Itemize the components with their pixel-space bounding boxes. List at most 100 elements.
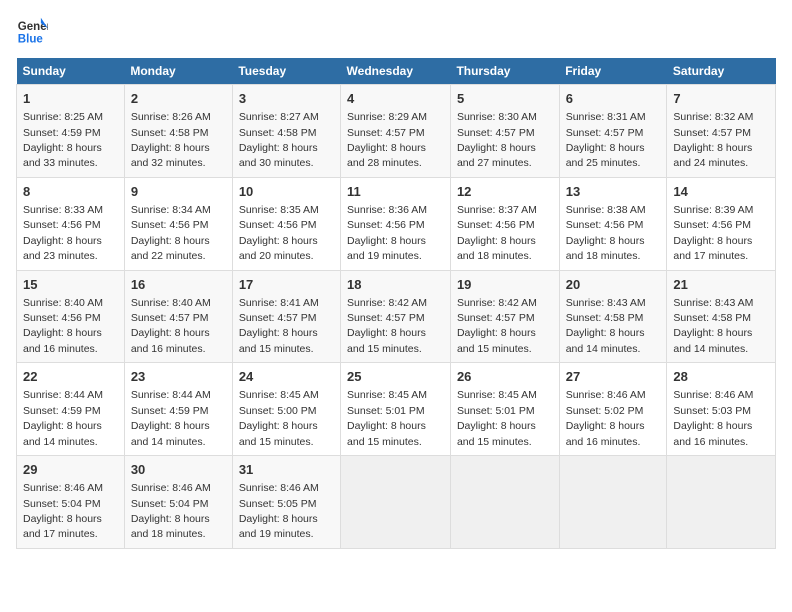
day-info: Sunrise: 8:44 AMSunset: 4:59 PMDaylight:… — [23, 389, 103, 447]
day-number: 26 — [457, 368, 553, 386]
weekday-header: Sunday — [17, 58, 125, 85]
calendar-table: SundayMondayTuesdayWednesdayThursdayFrid… — [16, 58, 776, 549]
day-number: 1 — [23, 90, 118, 108]
day-info: Sunrise: 8:41 AMSunset: 4:57 PMDaylight:… — [239, 297, 319, 355]
day-info: Sunrise: 8:33 AMSunset: 4:56 PMDaylight:… — [23, 204, 103, 262]
svg-text:Blue: Blue — [18, 34, 44, 46]
day-number: 5 — [457, 90, 553, 108]
day-number: 25 — [347, 368, 444, 386]
day-info: Sunrise: 8:35 AMSunset: 4:56 PMDaylight:… — [239, 204, 319, 262]
calendar-cell: 15 Sunrise: 8:40 AMSunset: 4:56 PMDaylig… — [17, 270, 125, 363]
day-info: Sunrise: 8:43 AMSunset: 4:58 PMDaylight:… — [673, 297, 753, 355]
calendar-cell: 30 Sunrise: 8:46 AMSunset: 5:04 PMDaylig… — [124, 456, 232, 549]
day-info: Sunrise: 8:40 AMSunset: 4:57 PMDaylight:… — [131, 297, 211, 355]
day-info: Sunrise: 8:38 AMSunset: 4:56 PMDaylight:… — [566, 204, 646, 262]
day-info: Sunrise: 8:45 AMSunset: 5:01 PMDaylight:… — [347, 389, 427, 447]
calendar-cell: 13 Sunrise: 8:38 AMSunset: 4:56 PMDaylig… — [559, 177, 667, 270]
weekday-header: Thursday — [450, 58, 559, 85]
day-info: Sunrise: 8:26 AMSunset: 4:58 PMDaylight:… — [131, 111, 211, 169]
calendar-cell: 8 Sunrise: 8:33 AMSunset: 4:56 PMDayligh… — [17, 177, 125, 270]
calendar-cell: 29 Sunrise: 8:46 AMSunset: 5:04 PMDaylig… — [17, 456, 125, 549]
day-info: Sunrise: 8:25 AMSunset: 4:59 PMDaylight:… — [23, 111, 103, 169]
day-number: 16 — [131, 276, 226, 294]
calendar-header: SundayMondayTuesdayWednesdayThursdayFrid… — [17, 58, 776, 85]
weekday-header: Wednesday — [341, 58, 451, 85]
weekday-header: Tuesday — [232, 58, 340, 85]
calendar-cell: 27 Sunrise: 8:46 AMSunset: 5:02 PMDaylig… — [559, 363, 667, 456]
calendar-cell — [450, 456, 559, 549]
day-info: Sunrise: 8:45 AMSunset: 5:01 PMDaylight:… — [457, 389, 537, 447]
calendar-week-row: 22 Sunrise: 8:44 AMSunset: 4:59 PMDaylig… — [17, 363, 776, 456]
calendar-cell: 2 Sunrise: 8:26 AMSunset: 4:58 PMDayligh… — [124, 85, 232, 178]
day-number: 27 — [566, 368, 661, 386]
calendar-cell: 4 Sunrise: 8:29 AMSunset: 4:57 PMDayligh… — [341, 85, 451, 178]
calendar-cell: 9 Sunrise: 8:34 AMSunset: 4:56 PMDayligh… — [124, 177, 232, 270]
day-number: 30 — [131, 461, 226, 479]
weekday-header: Monday — [124, 58, 232, 85]
calendar-cell: 24 Sunrise: 8:45 AMSunset: 5:00 PMDaylig… — [232, 363, 340, 456]
day-number: 21 — [673, 276, 769, 294]
calendar-cell: 19 Sunrise: 8:42 AMSunset: 4:57 PMDaylig… — [450, 270, 559, 363]
day-info: Sunrise: 8:46 AMSunset: 5:04 PMDaylight:… — [23, 482, 103, 540]
page-header: General Blue — [16, 16, 776, 48]
calendar-week-row: 15 Sunrise: 8:40 AMSunset: 4:56 PMDaylig… — [17, 270, 776, 363]
calendar-cell: 23 Sunrise: 8:44 AMSunset: 4:59 PMDaylig… — [124, 363, 232, 456]
day-number: 28 — [673, 368, 769, 386]
day-info: Sunrise: 8:46 AMSunset: 5:05 PMDaylight:… — [239, 482, 319, 540]
day-number: 8 — [23, 183, 118, 201]
day-number: 19 — [457, 276, 553, 294]
day-info: Sunrise: 8:30 AMSunset: 4:57 PMDaylight:… — [457, 111, 537, 169]
day-number: 20 — [566, 276, 661, 294]
calendar-cell: 25 Sunrise: 8:45 AMSunset: 5:01 PMDaylig… — [341, 363, 451, 456]
calendar-cell — [667, 456, 776, 549]
day-number: 29 — [23, 461, 118, 479]
logo-icon: General Blue — [16, 16, 48, 48]
day-number: 12 — [457, 183, 553, 201]
calendar-cell: 18 Sunrise: 8:42 AMSunset: 4:57 PMDaylig… — [341, 270, 451, 363]
calendar-cell: 22 Sunrise: 8:44 AMSunset: 4:59 PMDaylig… — [17, 363, 125, 456]
day-number: 22 — [23, 368, 118, 386]
day-number: 15 — [23, 276, 118, 294]
calendar-cell: 11 Sunrise: 8:36 AMSunset: 4:56 PMDaylig… — [341, 177, 451, 270]
calendar-cell: 20 Sunrise: 8:43 AMSunset: 4:58 PMDaylig… — [559, 270, 667, 363]
day-number: 13 — [566, 183, 661, 201]
day-number: 6 — [566, 90, 661, 108]
day-info: Sunrise: 8:36 AMSunset: 4:56 PMDaylight:… — [347, 204, 427, 262]
day-number: 9 — [131, 183, 226, 201]
day-info: Sunrise: 8:37 AMSunset: 4:56 PMDaylight:… — [457, 204, 537, 262]
day-number: 7 — [673, 90, 769, 108]
day-info: Sunrise: 8:43 AMSunset: 4:58 PMDaylight:… — [566, 297, 646, 355]
calendar-cell: 10 Sunrise: 8:35 AMSunset: 4:56 PMDaylig… — [232, 177, 340, 270]
day-number: 10 — [239, 183, 334, 201]
day-info: Sunrise: 8:46 AMSunset: 5:04 PMDaylight:… — [131, 482, 211, 540]
calendar-week-row: 1 Sunrise: 8:25 AMSunset: 4:59 PMDayligh… — [17, 85, 776, 178]
day-info: Sunrise: 8:44 AMSunset: 4:59 PMDaylight:… — [131, 389, 211, 447]
day-number: 24 — [239, 368, 334, 386]
calendar-week-row: 29 Sunrise: 8:46 AMSunset: 5:04 PMDaylig… — [17, 456, 776, 549]
calendar-cell: 7 Sunrise: 8:32 AMSunset: 4:57 PMDayligh… — [667, 85, 776, 178]
calendar-cell: 5 Sunrise: 8:30 AMSunset: 4:57 PMDayligh… — [450, 85, 559, 178]
day-info: Sunrise: 8:27 AMSunset: 4:58 PMDaylight:… — [239, 111, 319, 169]
calendar-cell: 12 Sunrise: 8:37 AMSunset: 4:56 PMDaylig… — [450, 177, 559, 270]
calendar-cell: 6 Sunrise: 8:31 AMSunset: 4:57 PMDayligh… — [559, 85, 667, 178]
day-info: Sunrise: 8:31 AMSunset: 4:57 PMDaylight:… — [566, 111, 646, 169]
day-number: 11 — [347, 183, 444, 201]
calendar-cell: 31 Sunrise: 8:46 AMSunset: 5:05 PMDaylig… — [232, 456, 340, 549]
calendar-week-row: 8 Sunrise: 8:33 AMSunset: 4:56 PMDayligh… — [17, 177, 776, 270]
calendar-cell: 21 Sunrise: 8:43 AMSunset: 4:58 PMDaylig… — [667, 270, 776, 363]
day-number: 3 — [239, 90, 334, 108]
day-info: Sunrise: 8:32 AMSunset: 4:57 PMDaylight:… — [673, 111, 753, 169]
calendar-cell: 17 Sunrise: 8:41 AMSunset: 4:57 PMDaylig… — [232, 270, 340, 363]
day-info: Sunrise: 8:39 AMSunset: 4:56 PMDaylight:… — [673, 204, 753, 262]
calendar-cell: 1 Sunrise: 8:25 AMSunset: 4:59 PMDayligh… — [17, 85, 125, 178]
day-info: Sunrise: 8:29 AMSunset: 4:57 PMDaylight:… — [347, 111, 427, 169]
day-number: 4 — [347, 90, 444, 108]
day-info: Sunrise: 8:46 AMSunset: 5:03 PMDaylight:… — [673, 389, 753, 447]
day-info: Sunrise: 8:40 AMSunset: 4:56 PMDaylight:… — [23, 297, 103, 355]
weekday-header: Friday — [559, 58, 667, 85]
day-info: Sunrise: 8:42 AMSunset: 4:57 PMDaylight:… — [457, 297, 537, 355]
logo: General Blue — [16, 16, 48, 48]
day-info: Sunrise: 8:34 AMSunset: 4:56 PMDaylight:… — [131, 204, 211, 262]
calendar-cell — [559, 456, 667, 549]
day-number: 2 — [131, 90, 226, 108]
